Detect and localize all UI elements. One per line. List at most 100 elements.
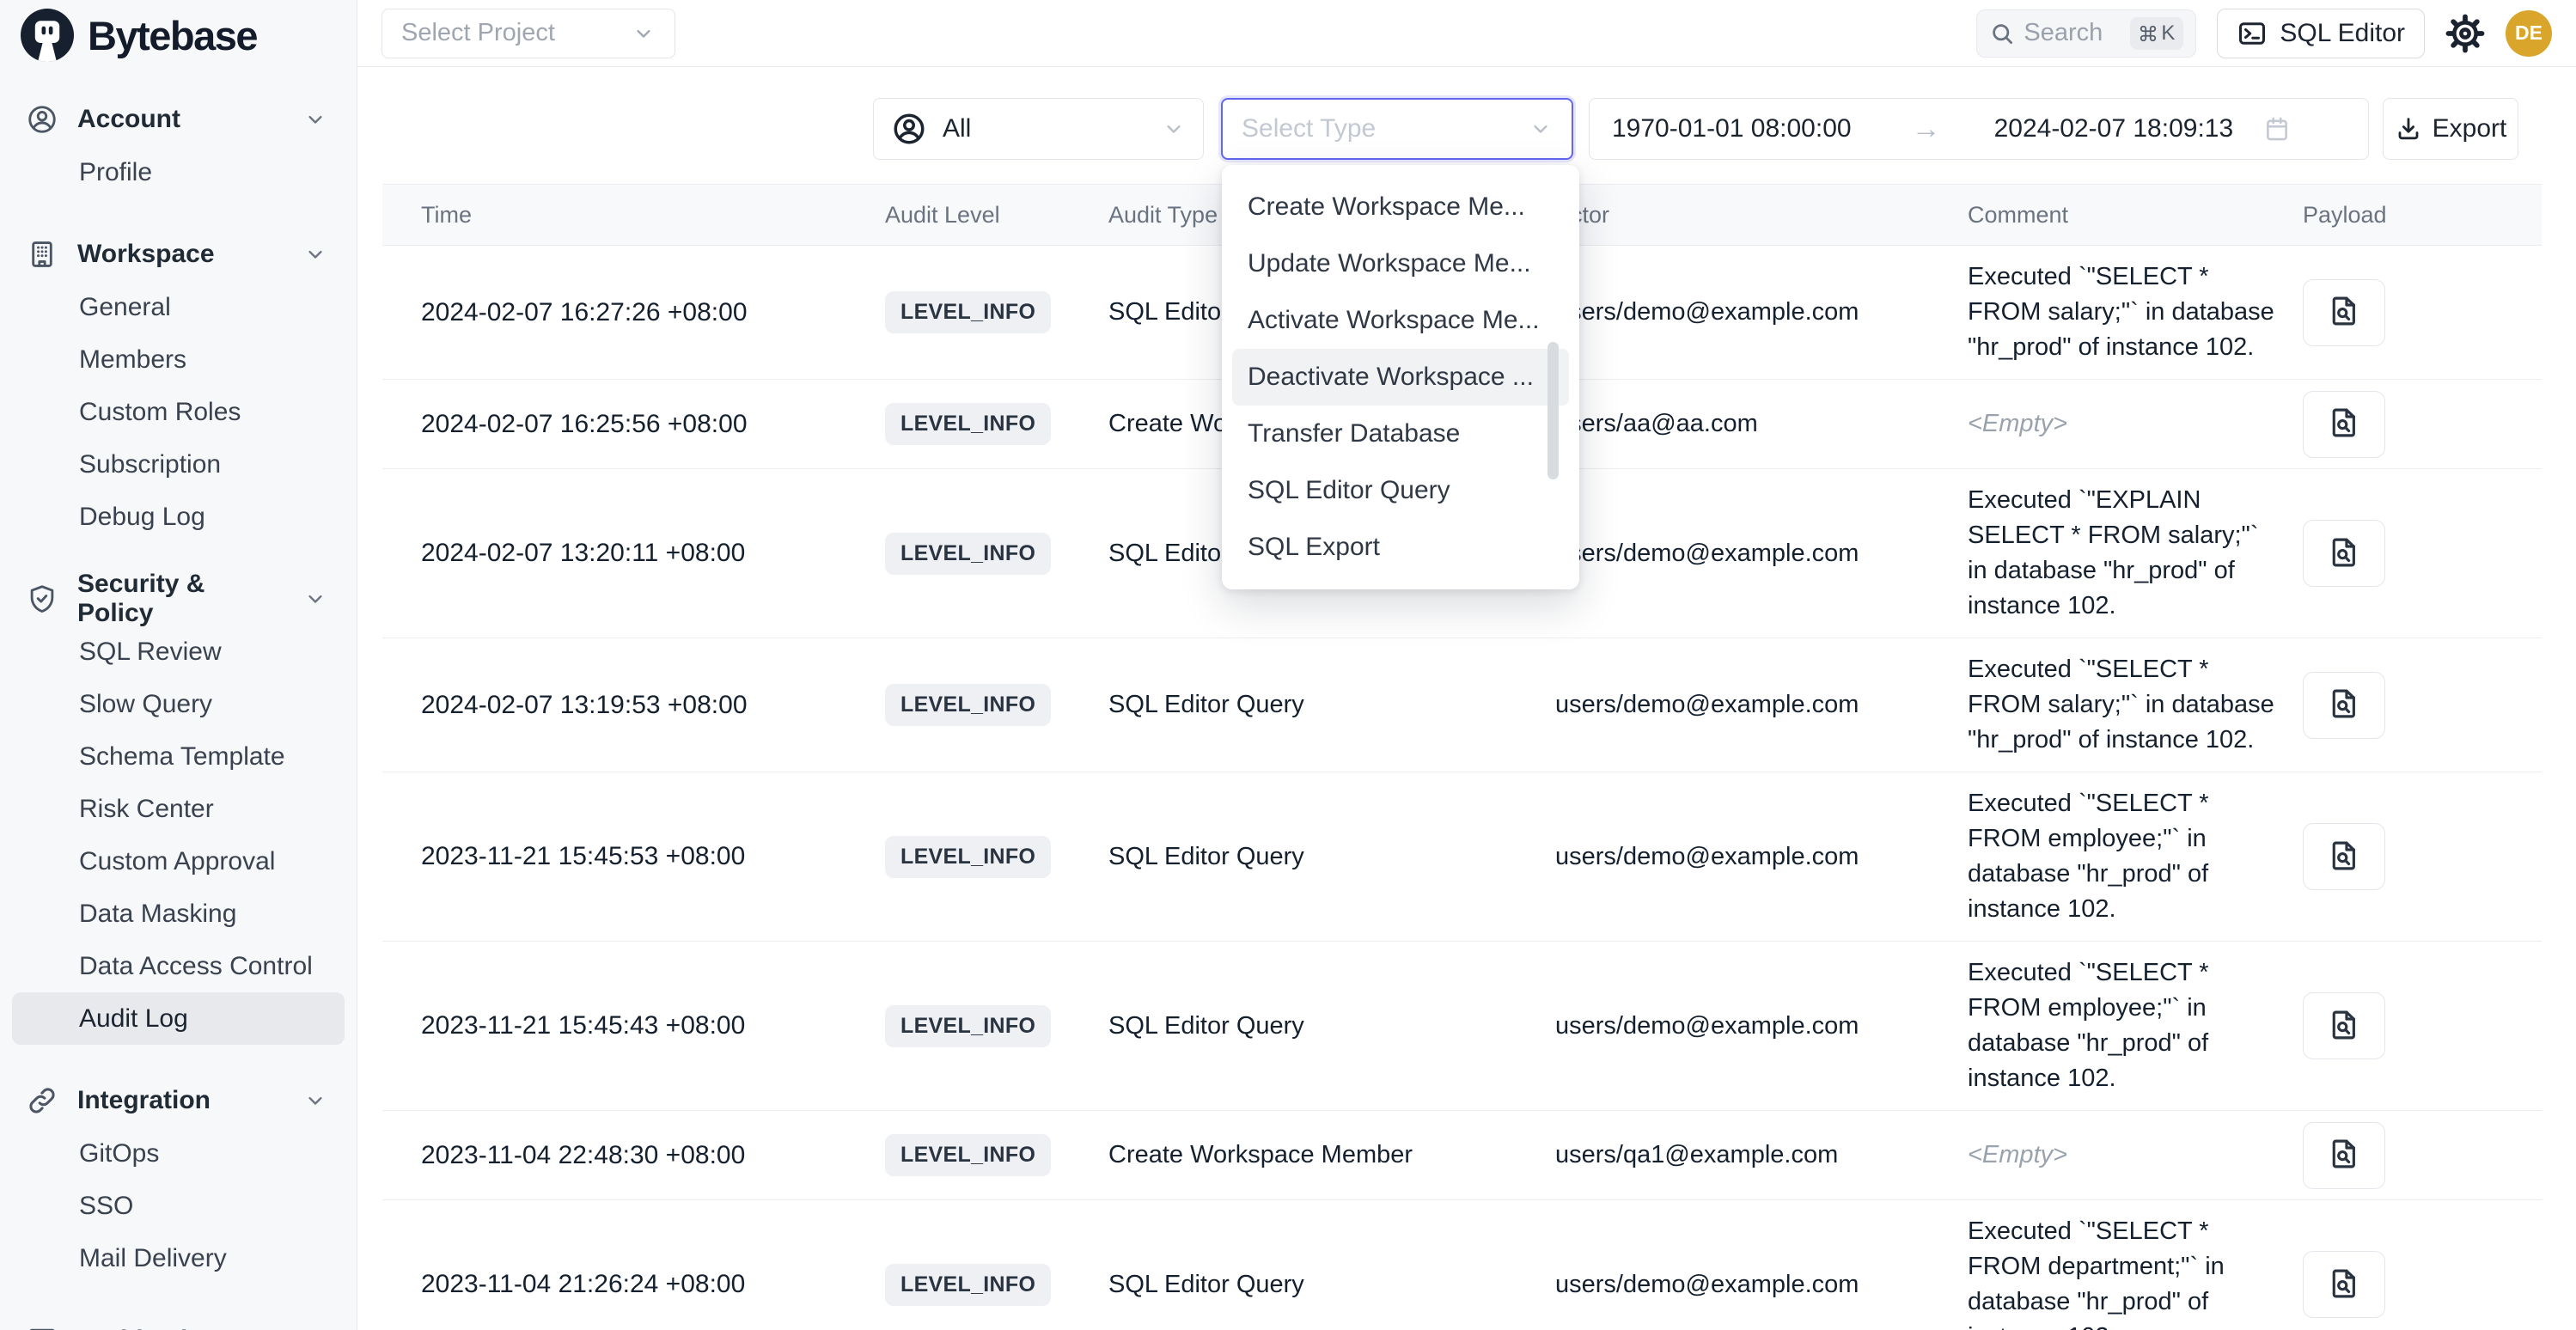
sidebar-item-gitops[interactable]: GitOps: [0, 1127, 357, 1180]
table-row: 2023-11-21 15:45:53 +08:00LEVEL_INFOSQL …: [382, 772, 2542, 942]
calendar-icon: [2262, 114, 2292, 143]
comment-empty: <Empty>: [1968, 1141, 2067, 1168]
file-search-icon: [2326, 1007, 2362, 1046]
cell-audit-type: SQL Editor Query: [1108, 843, 1555, 871]
sidebar-item-sql-review[interactable]: SQL Review: [0, 625, 357, 678]
payload-view-button[interactable]: [2303, 391, 2385, 458]
sidebar-item-profile[interactable]: Profile: [0, 146, 357, 198]
payload-view-button[interactable]: [2303, 823, 2385, 890]
date-range-picker[interactable]: 1970-01-01 08:00:00 → 2024-02-07 18:09:1…: [1589, 98, 2369, 160]
cell-time: 2023-11-04 22:48:30 +08:00: [382, 1141, 885, 1170]
cell-payload: [2303, 1122, 2542, 1189]
column-header-time: Time: [382, 202, 885, 229]
cell-comment: Executed `"SELECT * FROM employee;"` in …: [1968, 772, 2303, 941]
sidebar-group-workspace[interactable]: Workspace: [0, 228, 357, 281]
export-label: Export: [2433, 114, 2507, 143]
topbar: Select Project Search K SQL Edito: [357, 0, 2576, 67]
file-search-icon: [2326, 686, 2362, 724]
audit-level-badge: LEVEL_INFO: [885, 1264, 1051, 1306]
file-search-icon: [2326, 838, 2362, 876]
user-avatar[interactable]: DE: [2506, 10, 2552, 57]
date-from-value: 1970-01-01 08:00:00: [1612, 114, 1852, 143]
cell-audit-level: LEVEL_INFO: [885, 533, 1108, 575]
archive-icon: [26, 1324, 58, 1330]
cell-payload: [2303, 279, 2542, 346]
comment-empty: <Empty>: [1968, 410, 2067, 437]
type-filter-select[interactable]: Select Type: [1221, 98, 1573, 160]
export-button[interactable]: Export: [2383, 98, 2518, 160]
audit-level-badge: LEVEL_INFO: [885, 403, 1051, 445]
project-select[interactable]: Select Project: [382, 9, 675, 58]
cell-payload: [2303, 1251, 2542, 1318]
audit-level-badge: LEVEL_INFO: [885, 291, 1051, 333]
file-search-icon: [2326, 1136, 2362, 1174]
type-filter-placeholder: Select Type: [1242, 114, 1376, 143]
table-row: 2023-11-04 21:26:24 +08:00LEVEL_INFOSQL …: [382, 1200, 2542, 1330]
sidebar-item-custom-approval[interactable]: Custom Approval: [0, 835, 357, 888]
sql-editor-button[interactable]: SQL Editor: [2217, 9, 2425, 58]
cell-comment: Executed `"EXPLAIN SELECT * FROM salary;…: [1968, 469, 2303, 638]
type-menu-item-sql-export[interactable]: SQL Export: [1232, 519, 1569, 576]
cell-audit-type: SQL Editor Query: [1108, 1012, 1555, 1040]
cell-audit-level: LEVEL_INFO: [885, 1264, 1108, 1306]
sidebar-item-risk-center[interactable]: Risk Center: [0, 783, 357, 835]
chevron-down-icon: [1529, 117, 1553, 141]
cell-payload: [2303, 520, 2542, 587]
payload-view-button[interactable]: [2303, 520, 2385, 587]
cell-comment: Executed `"SELECT * FROM employee;"` in …: [1968, 942, 2303, 1110]
cell-audit-level: LEVEL_INFO: [885, 403, 1108, 445]
sidebar-item-custom-roles[interactable]: Custom Roles: [0, 386, 357, 438]
actor-filter-select[interactable]: All: [873, 98, 1204, 160]
sidebar-item-data-access-control[interactable]: Data Access Control: [0, 940, 357, 992]
type-menu-item-sql-editor-query[interactable]: SQL Editor Query: [1232, 462, 1569, 519]
column-header-payload: Payload: [2303, 202, 2542, 229]
payload-view-button[interactable]: [2303, 1122, 2385, 1189]
cell-audit-level: LEVEL_INFO: [885, 1134, 1108, 1176]
cell-time: 2023-11-21 15:45:43 +08:00: [382, 1011, 885, 1040]
cell-payload: [2303, 823, 2542, 890]
chevron-down-icon: [303, 587, 327, 611]
sidebar-group-integration[interactable]: Integration: [0, 1074, 357, 1127]
type-menu-item-activate-workspace-me[interactable]: Activate Workspace Me...: [1232, 292, 1569, 349]
sidebar-item-mail-delivery[interactable]: Mail Delivery: [0, 1232, 357, 1284]
settings-gear-button[interactable]: [2445, 14, 2485, 53]
sidebar-group-account[interactable]: Account: [0, 93, 357, 146]
link-icon: [26, 1084, 58, 1117]
search-input[interactable]: Search K: [1976, 9, 2196, 58]
sidebar-item-sso[interactable]: SSO: [0, 1180, 357, 1232]
cell-payload: [2303, 992, 2542, 1059]
type-menu-item-update-workspace-me[interactable]: Update Workspace Me...: [1232, 235, 1569, 292]
cell-actor: users/demo@example.com: [1555, 1271, 1968, 1299]
payload-view-button[interactable]: [2303, 1251, 2385, 1318]
chevron-down-icon: [303, 242, 327, 266]
payload-view-button[interactable]: [2303, 992, 2385, 1059]
payload-view-button[interactable]: [2303, 279, 2385, 346]
sidebar-group-archived[interactable]: Archived: [0, 1314, 357, 1330]
sidebar-item-schema-template[interactable]: Schema Template: [0, 730, 357, 783]
sidebar-group-label: Account: [77, 105, 180, 134]
menu-scrollbar-thumb[interactable]: [1547, 342, 1559, 479]
type-menu-item-transfer-database[interactable]: Transfer Database: [1232, 406, 1569, 462]
sidebar-item-audit-log[interactable]: Audit Log: [12, 992, 345, 1045]
brand-logo[interactable]: Bytebase: [0, 0, 357, 70]
payload-view-button[interactable]: [2303, 672, 2385, 739]
sidebar-item-subscription[interactable]: Subscription: [0, 438, 357, 491]
comment-text: Executed `"SELECT * FROM employee;"` in …: [1968, 959, 2209, 1092]
type-menu-item-create-workspace-me[interactable]: Create Workspace Me...: [1232, 179, 1569, 235]
column-header-audit-level: Audit Level: [885, 202, 1108, 229]
type-menu-item-deactivate-workspace[interactable]: Deactivate Workspace ...: [1232, 349, 1569, 406]
shield-check-icon: [26, 583, 58, 615]
terminal-icon: [2237, 18, 2268, 49]
cell-audit-type: Create Workspace Member: [1108, 1141, 1555, 1169]
sidebar-group-security-policy[interactable]: Security & Policy: [0, 572, 357, 625]
sidebar-item-debug-log[interactable]: Debug Log: [0, 491, 357, 543]
sidebar-item-members[interactable]: Members: [0, 333, 357, 386]
arrow-right-icon: →: [1912, 113, 1941, 146]
user-circle-icon: [26, 103, 58, 136]
sidebar: Bytebase AccountProfileWorkspaceGeneralM…: [0, 0, 357, 1330]
sidebar-item-general[interactable]: General: [0, 281, 357, 333]
table-row: 2023-11-21 15:45:43 +08:00LEVEL_INFOSQL …: [382, 942, 2542, 1111]
sidebar-item-slow-query[interactable]: Slow Query: [0, 678, 357, 730]
comment-text: Executed `"SELECT * FROM salary;"` in da…: [1968, 263, 2274, 361]
sidebar-item-data-masking[interactable]: Data Masking: [0, 888, 357, 940]
